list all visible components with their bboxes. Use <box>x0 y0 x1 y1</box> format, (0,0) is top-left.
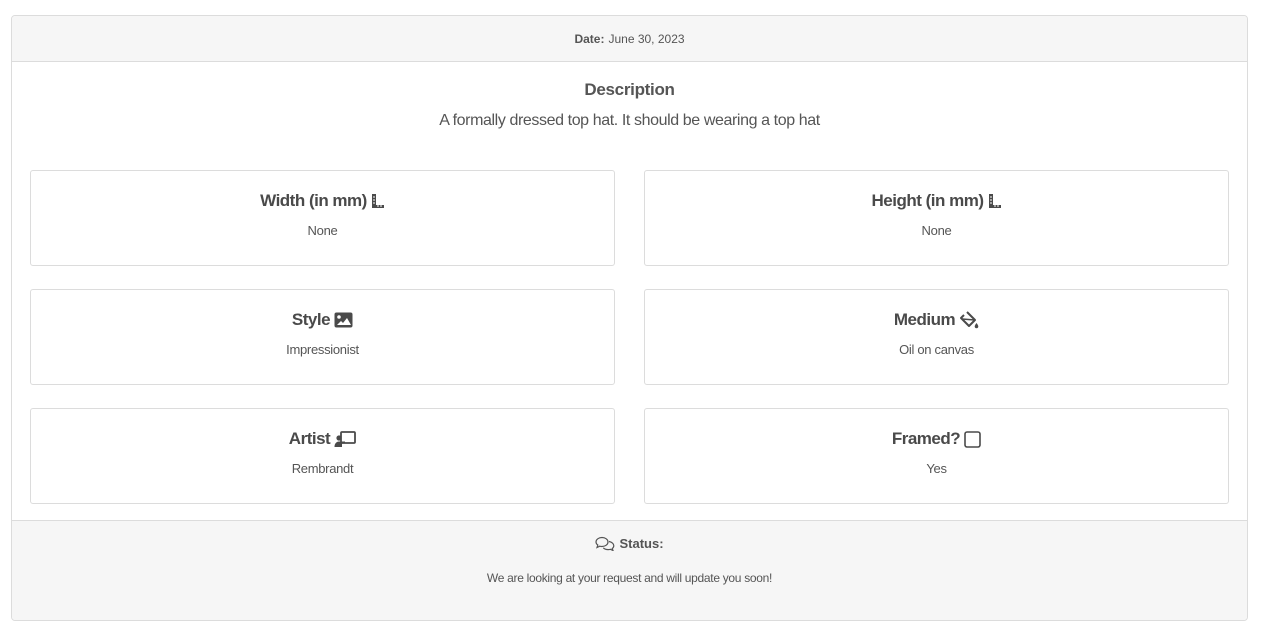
ruler-icon <box>371 193 385 209</box>
framed-box: Framed? Yes <box>644 408 1229 504</box>
image-icon <box>334 312 353 328</box>
status-message: We are looking at your request and will … <box>486 571 773 585</box>
status-label: Status: <box>619 536 664 551</box>
card-header: Date: June 30, 2023 <box>12 16 1247 62</box>
height-label: Height (in mm) <box>871 191 985 210</box>
medium-value: Oil on canvas <box>899 342 974 357</box>
width-box: Width (in mm) None <box>30 170 615 266</box>
request-card: Date: June 30, 2023 Description A formal… <box>11 15 1248 621</box>
details-grid: Width (in mm) None Height (in mm) None S… <box>30 170 1229 504</box>
style-label: Style <box>291 310 331 329</box>
framed-label: Framed? <box>891 429 961 448</box>
paint-bucket-icon <box>959 311 979 329</box>
width-label: Width (in mm) <box>260 191 367 210</box>
square-outline-icon <box>964 430 981 448</box>
framed-value: Yes <box>926 461 947 476</box>
style-box: Style Impressionist <box>30 289 615 385</box>
medium-label: Medium <box>893 310 956 329</box>
description-text: A formally dressed top hat. It should be… <box>439 112 820 129</box>
artist-value: Rembrandt <box>291 461 354 476</box>
ruler-icon <box>988 193 1002 209</box>
artist-label: Artist <box>288 429 331 448</box>
style-value: Impressionist <box>286 342 359 357</box>
date-value: June 30, 2023 <box>608 31 685 46</box>
height-value: None <box>921 223 952 238</box>
artist-box: Artist Rembrandt <box>30 408 615 504</box>
description-title: Description <box>584 80 675 99</box>
width-value: None <box>307 223 338 238</box>
date-label: Date: <box>574 31 605 46</box>
description-section: Description A formally dressed top hat. … <box>12 62 1247 130</box>
comments-icon <box>595 536 615 551</box>
height-box: Height (in mm) None <box>644 170 1229 266</box>
medium-box: Medium Oil on canvas <box>644 289 1229 385</box>
chalkboard-teacher-icon <box>334 430 357 448</box>
status-footer: Status: We are looking at your request a… <box>12 520 1247 620</box>
